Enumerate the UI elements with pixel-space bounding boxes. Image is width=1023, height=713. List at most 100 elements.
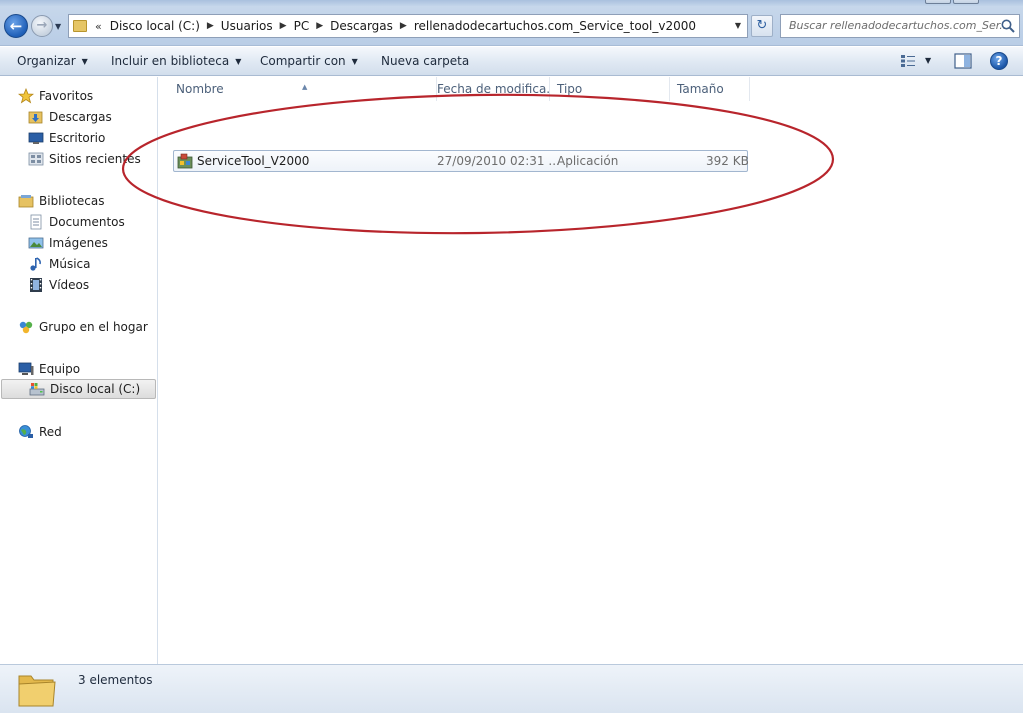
new-folder-button[interactable]: Nueva carpeta [381,54,469,68]
share-with-label: Compartir con [260,54,346,68]
include-in-library-menu[interactable]: Incluir en biblioteca ▼ [111,54,241,68]
sidebar-item-desktop[interactable]: Escritorio [28,128,105,148]
breadcrumb-item[interactable]: PC [294,19,310,33]
chevron-down-icon: ▼ [81,57,88,66]
sidebar-item-label: Vídeos [49,278,90,292]
breadcrumb-item[interactable]: Disco local (C:) [110,19,200,33]
column-header-date[interactable]: Fecha de modifica... [428,77,550,101]
breadcrumb-item[interactable]: Descargas [330,19,393,33]
item-count: 3 elementos [78,673,153,687]
back-button[interactable]: ← [4,14,28,38]
breadcrumb-item-current[interactable]: rellenadodecartuchos.com_Service_tool_v2… [414,19,696,33]
search-placeholder: Buscar rellenadodecartuchos.com_Ser... [789,19,1010,32]
file-type: Aplicación [557,154,619,168]
file-size: 392 KB [706,154,749,168]
sidebar-item-recent-places[interactable]: Sitios recientes [28,149,141,169]
breadcrumb-separator-icon[interactable]: ▶ [280,21,287,31]
navigation-pane: Favoritos Descargas Escritorio Sitios re… [0,77,158,664]
file-row[interactable]: ServiceTool_V2000 27/09/2010 02:31 ... A… [173,150,749,172]
column-header-type[interactable]: Tipo [548,77,670,101]
sort-ascending-icon: ▲ [302,83,308,91]
homegroup-icon [19,321,33,334]
sidebar-item-videos[interactable]: Vídeos [28,275,89,295]
sidebar-item-label: Favoritos [39,89,94,103]
column-header-label: Tamaño [677,82,724,96]
sidebar-item-label: Escritorio [49,131,106,145]
forward-button[interactable]: → [31,15,53,37]
sidebar-item-label: Descargas [49,110,112,124]
file-name: ServiceTool_V2000 [197,154,310,168]
network-icon [19,425,33,438]
maximize-button[interactable] [953,0,979,4]
organize-label: Organizar [17,54,76,68]
address-bar-row: ← → ▼ « Disco local (C:) ▶ Usuarios ▶ PC… [0,0,1023,46]
sidebar-item-label: Imágenes [49,236,108,250]
preview-pane-icon[interactable] [954,53,972,69]
documents-icon [30,214,42,230]
title-strip [0,0,1023,6]
breadcrumb-separator-icon[interactable]: ▶ [316,21,323,31]
videos-icon [30,278,42,292]
sidebar-item-libraries[interactable]: Bibliotecas [18,191,104,211]
chevron-down-icon: ▼ [351,57,358,66]
refresh-icon: ↻ [756,18,768,33]
sidebar-item-music[interactable]: Música [28,254,91,274]
sidebar-item-label: Sitios recientes [49,152,141,166]
sidebar-item-pictures[interactable]: Imágenes [28,233,108,253]
libraries-icon [18,195,34,208]
music-icon [30,257,41,271]
sidebar-item-documents[interactable]: Documentos [28,212,125,232]
back-arrow-icon: ← [9,17,23,35]
star-icon [18,88,34,104]
minimize-button[interactable] [925,0,951,4]
folder-icon [18,675,56,707]
sidebar-item-label: Bibliotecas [39,194,105,208]
chevron-down-icon[interactable]: ▼ [925,56,931,65]
breadcrumb-item[interactable]: Usuarios [221,19,273,33]
computer-icon [18,362,34,375]
search-icon[interactable] [1000,18,1016,34]
chevron-down-icon: ▼ [235,57,242,66]
column-header-label: Tipo [557,82,583,96]
breadcrumb-separator-icon[interactable]: ▶ [400,21,407,31]
sidebar-item-homegroup[interactable]: Grupo en el hogar [18,317,148,337]
desktop-icon [28,132,44,144]
column-header-size[interactable]: Tamaño [668,77,750,101]
address-bar[interactable]: « Disco local (C:) ▶ Usuarios ▶ PC ▶ Des… [68,14,748,38]
sidebar-item-label: Documentos [49,215,125,229]
view-options-icon[interactable] [900,54,916,68]
sidebar-item-network[interactable]: Red [18,422,62,442]
file-date: 27/09/2010 02:31 ... [437,154,560,168]
new-folder-label: Nueva carpeta [381,54,470,68]
column-header-name[interactable]: Nombre ▲ [167,77,437,101]
sidebar-item-downloads[interactable]: Descargas [28,107,112,127]
chevron-down-icon[interactable]: ▼ [729,15,747,37]
details-pane: 3 elementos [0,664,1023,713]
help-icon[interactable]: ? [990,52,1008,70]
search-input[interactable]: Buscar rellenadodecartuchos.com_Ser... [780,14,1020,38]
sidebar-item-label: Red [39,425,62,439]
local-disk-icon [29,383,45,396]
sidebar-item-favorites[interactable]: Favoritos [18,86,93,106]
share-with-menu[interactable]: Compartir con ▼ [260,54,358,68]
application-icon [177,153,193,169]
sidebar-item-label: Música [49,257,91,271]
folder-icon [73,20,87,32]
organize-menu[interactable]: Organizar ▼ [17,54,88,68]
breadcrumb-separator-icon[interactable]: ▶ [207,21,214,31]
refresh-button[interactable]: ↻ [751,15,773,37]
forward-arrow-icon: → [36,18,48,33]
column-header-label: Fecha de modifica... [437,82,550,96]
file-list[interactable]: Nombre ▲ Fecha de modifica... Tipo Tamañ… [159,77,1023,664]
sidebar-item-label: Equipo [39,362,81,376]
sidebar-item-local-disk[interactable]: Disco local (C:) [1,379,156,399]
column-header-label: Nombre [176,82,224,96]
recent-places-icon [28,152,44,166]
sidebar-item-label: Disco local (C:) [50,382,141,396]
command-bar: Organizar ▼ Incluir en biblioteca ▼ Compar… [0,47,1023,76]
recent-pages-dropdown[interactable]: ▼ [55,22,61,31]
downloads-folder-icon [28,111,43,124]
chevron-double-left-icon[interactable]: « [95,20,102,33]
sidebar-item-computer[interactable]: Equipo [18,359,80,379]
include-in-library-label: Incluir en biblioteca [111,54,230,68]
